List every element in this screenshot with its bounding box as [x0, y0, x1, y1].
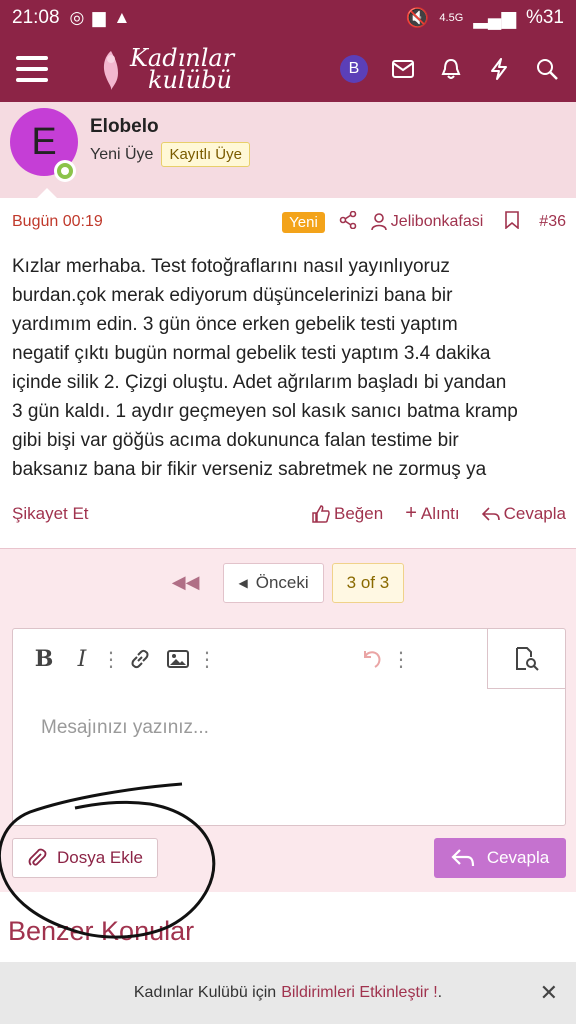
close-icon[interactable]: ✕: [540, 980, 558, 1006]
attach-file-button[interactable]: Dosya Ekle: [12, 838, 158, 878]
signal-icon: ▂▄▆: [473, 7, 516, 29]
italic-icon[interactable]: I: [63, 640, 101, 678]
status-time: 21:08: [12, 7, 60, 28]
plus-icon: +: [405, 502, 417, 524]
reply-editor: B I ⋮ ⋮ ⋮ Mesajınızı yazınız...: [12, 628, 566, 826]
submit-reply-button[interactable]: Cevapla: [434, 838, 566, 878]
post-line: yardımım edin. 3 gün önce erken gebelik …: [12, 314, 458, 335]
app-header: Kadınlar kulübü B: [0, 36, 576, 102]
mute-icon: 🔇: [405, 8, 430, 29]
undo-icon[interactable]: [353, 640, 391, 678]
thumbs-up-icon: [312, 504, 330, 523]
lightning-icon[interactable]: [486, 56, 512, 82]
post-number[interactable]: #36: [539, 213, 566, 231]
prev-page-label: Önceki: [255, 572, 309, 592]
link-icon[interactable]: [121, 640, 159, 678]
folder-icon: ▆: [92, 8, 106, 27]
like-button[interactable]: Beğen: [312, 502, 383, 525]
bold-icon[interactable]: B: [25, 640, 63, 678]
similar-threads-title: Benzer Konular: [8, 916, 195, 946]
quote-button[interactable]: + Alıntı: [405, 502, 459, 525]
inbox-icon[interactable]: [390, 56, 416, 82]
post-line: negatif çıktı bugün normal gebelik testi…: [12, 343, 491, 364]
paperclip-icon: [28, 848, 47, 866]
reply-icon: [481, 506, 500, 521]
mention-link[interactable]: Jelibonkafasi: [370, 213, 484, 231]
user-avatar[interactable]: B: [340, 55, 368, 83]
notify-text: Kadınlar Kulübü için: [133, 984, 277, 1001]
more-icon[interactable]: ⋮: [391, 647, 411, 672]
bell-icon[interactable]: [438, 56, 464, 82]
reply-link[interactable]: Cevapla: [481, 502, 566, 525]
current-page-indicator[interactable]: 3 of 3: [331, 562, 405, 603]
quote-label: Alıntı: [420, 503, 460, 523]
post-actions: Şikayet Et Beğen + Alıntı Cevapla: [12, 502, 566, 525]
post-date[interactable]: Bugün 00:19: [12, 213, 103, 231]
notification-banner: Kadınlar Kulübü için Bildirimleri Etkinl…: [0, 962, 576, 1024]
share-icon[interactable]: [339, 210, 357, 234]
prev-page-button[interactable]: ◀ Önceki: [223, 562, 324, 603]
first-page-icon[interactable]: ◀◀: [172, 572, 200, 593]
preview-icon[interactable]: [487, 629, 565, 689]
post-body: Kızlar merhaba. Test fotoğraflarını nası…: [12, 252, 568, 484]
report-link[interactable]: Şikayet Et: [12, 504, 89, 524]
status-right: 🔇 4.5G ▂▄▆ %31: [406, 6, 564, 30]
attach-label: Dosya Ekle: [57, 848, 143, 867]
submit-label: Cevapla: [486, 848, 550, 867]
author-caret: [36, 188, 58, 199]
like-label: Beğen: [334, 503, 384, 523]
post-line: gibi bişi var göğüs acıma dokununca fala…: [12, 430, 459, 451]
post-line: baksanız bana bir fikir verseniz sabretm…: [12, 459, 487, 480]
whatsapp-icon: ◎: [69, 8, 85, 27]
reply-label: Cevapla: [503, 503, 566, 523]
pagination: ◀◀ ◀ Önceki 3 of 3: [0, 548, 576, 616]
more-icon[interactable]: ⋮: [197, 647, 217, 672]
menu-icon[interactable]: [16, 56, 48, 82]
search-icon[interactable]: [534, 56, 560, 82]
author-title: Yeni Üye: [90, 145, 154, 163]
logo-mark-icon: [103, 51, 118, 90]
logo-text-line2: kulübü: [148, 66, 232, 94]
more-icon[interactable]: ⋮: [101, 647, 121, 672]
notify-suffix: .: [437, 984, 443, 1001]
online-status-icon: [54, 160, 76, 182]
status-icons: ◎ ▆ ▲: [70, 8, 131, 28]
post-meta: Bugün 00:19 Yeni Jelibonkafasi #36: [12, 208, 566, 236]
chevron-left-icon: ◀: [238, 575, 248, 590]
mention-name: Jelibonkafasi: [390, 213, 484, 230]
reply-icon: [451, 849, 474, 867]
post-line: içinde silik 2. Çizgi oluştu. Adet ağrıl…: [12, 372, 507, 393]
enable-notifications-link[interactable]: Bildirimleri Etkinleştir !: [281, 984, 437, 1002]
status-bar: 21:08 ◎ ▆ ▲ 🔇 4.5G ▂▄▆ %31: [0, 0, 576, 36]
message-input[interactable]: Mesajınızı yazınız...: [41, 717, 209, 739]
site-logo[interactable]: Kadınlar kulübü: [98, 46, 234, 94]
battery-label: %31: [525, 7, 564, 28]
registered-badge: Kayıtlı Üye: [161, 142, 250, 167]
image-icon[interactable]: [159, 640, 197, 678]
reply-editor-area: B I ⋮ ⋮ ⋮ Mesajınızı yazınız... Dosya Ek…: [0, 616, 576, 892]
bookmark-icon[interactable]: [505, 210, 520, 234]
post-line: burdan.çok merak ediyorum düşünceleriniz…: [12, 285, 453, 306]
warning-icon: ▲: [113, 8, 131, 27]
post-author: E Elobelo Yeni Üye Kayıtlı Üye: [0, 102, 576, 199]
network-label: 4.5G: [439, 12, 464, 24]
editor-toolbar: B I ⋮ ⋮ ⋮: [13, 629, 565, 689]
post-line: Kızlar merhaba. Test fotoğraflarını nası…: [12, 256, 450, 277]
user-icon: [370, 213, 387, 231]
author-username[interactable]: Elobelo: [90, 116, 159, 138]
post-line: 3 gün kaldı. 1 aydır geçmeyen sol kasık …: [12, 401, 518, 422]
new-badge: Yeni: [282, 211, 325, 233]
